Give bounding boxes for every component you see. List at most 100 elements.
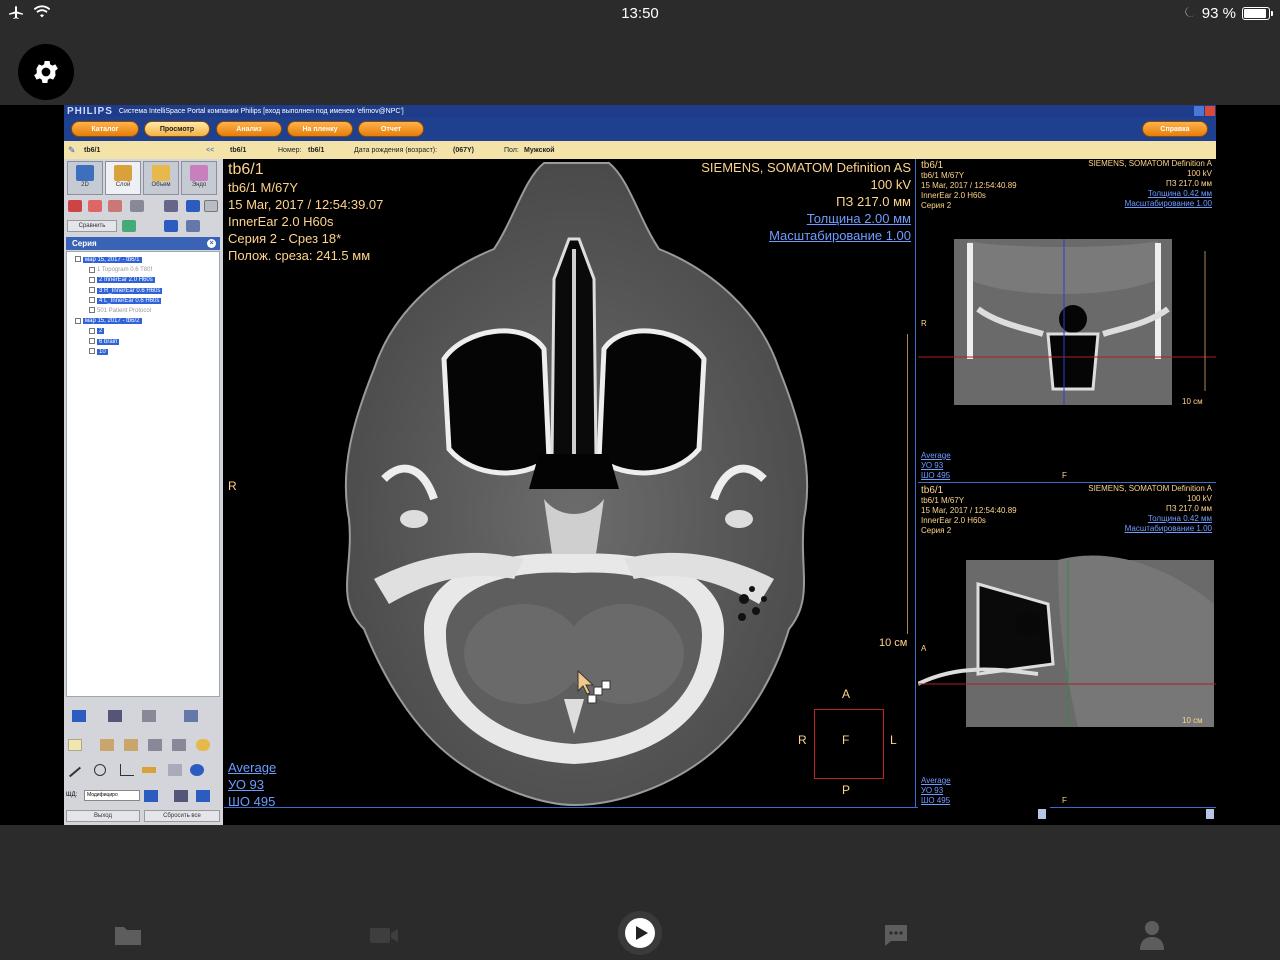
save-icon[interactable] [72, 710, 86, 722]
tab-video[interactable] [364, 915, 404, 955]
pin-icon[interactable]: ✎ [68, 145, 76, 156]
tab-profile[interactable] [1132, 915, 1172, 955]
expand-box-icon[interactable] [89, 287, 95, 294]
series-tree-item[interactable]: мар 15, 2017 - tb6/1 [75, 256, 142, 264]
copy-icon[interactable] [142, 710, 156, 722]
ruler-tool-icon[interactable] [142, 767, 156, 773]
pointer-tool-icon[interactable] [68, 739, 82, 751]
expand-box-icon[interactable] [75, 256, 81, 263]
expand-box-icon[interactable] [75, 317, 81, 324]
line-tool-icon[interactable] [68, 766, 82, 778]
coronal-viewport[interactable]: tb6/1 tb6/1 M/67Y 15 Mar, 2017 / 12:54:4… [918, 159, 1216, 483]
expand-box-icon[interactable] [89, 307, 95, 314]
sagittal-zoom-link[interactable]: Масштабирование 1.00 [1088, 524, 1212, 534]
zoom-hand-icon[interactable] [124, 739, 138, 751]
close-series-icon[interactable]: × [207, 239, 216, 248]
expand-box-icon[interactable] [89, 338, 95, 345]
skull-icon[interactable] [130, 200, 144, 212]
preset-icon[interactable] [144, 790, 158, 802]
eraser-icon[interactable] [196, 739, 210, 751]
link-icon[interactable] [164, 220, 178, 232]
collapse-button[interactable]: << [206, 147, 214, 154]
menu-view[interactable]: Просмотр [144, 121, 210, 137]
pan-hand-icon[interactable] [100, 739, 114, 751]
roi-tool-icon[interactable] [190, 764, 204, 776]
pin-tool-icon[interactable] [122, 220, 136, 232]
brain-icon[interactable] [108, 200, 122, 212]
settings-button[interactable] [18, 44, 74, 100]
sagittal-thickness-link[interactable]: Толщина 0.42 мм [1088, 514, 1212, 524]
book-icon[interactable] [184, 710, 198, 722]
expand-box-icon[interactable] [89, 266, 95, 273]
series-tree-item[interactable]: 501 Patient Protocol [89, 307, 151, 315]
tab-chat[interactable] [876, 915, 916, 955]
axial-scroll-up[interactable] [1038, 809, 1046, 819]
expand-box-icon[interactable] [89, 327, 95, 334]
sagittal-window-level[interactable]: УО 93 [921, 786, 951, 796]
menu-film[interactable]: На пленку [287, 121, 353, 137]
coronal-thickness-link[interactable]: Толщина 0.42 мм [1088, 189, 1212, 199]
series-tree-item[interactable]: мар 15, 2017 - tb6/2 [75, 317, 142, 325]
series-tree-item[interactable]: 3 R_InnerEar 0.6 H60s [89, 287, 163, 295]
coronal-info-topright: SIEMENS, SOMATOM Definition A 100 kV ПЗ … [1088, 159, 1212, 209]
coronal-window-width[interactable]: ШО 495 [921, 471, 951, 481]
sagittal-window-width[interactable]: ШО 495 [921, 796, 951, 806]
series-slice: Серия 2 - Срез 18* [228, 231, 342, 246]
reset-all-button[interactable]: Сбросить все [144, 810, 220, 822]
menu-catalog[interactable]: Каталог [71, 121, 139, 137]
patient-tab[interactable]: tb6/1 [84, 147, 100, 154]
body-icon[interactable] [164, 200, 178, 212]
angle-tool-icon[interactable] [120, 764, 134, 776]
ellipse-tool-icon[interactable] [94, 764, 106, 776]
print-icon[interactable] [174, 790, 188, 802]
series-tree-item[interactable]: 1 Topogram 0.6 T80f [89, 266, 152, 274]
sagittal-render-mode[interactable]: Average [921, 776, 951, 786]
zoom-link[interactable]: Масштабирование 1.00 [701, 227, 911, 244]
series-tree-item[interactable]: 4 L_InnerEar 0.6 H60s [89, 297, 162, 305]
series-tree-item[interactable]: 2 InnerEar 2.0 H60s [89, 276, 155, 284]
kv-value: 100 kV [870, 177, 911, 192]
side-scroll-up[interactable] [1206, 809, 1214, 819]
tab-play[interactable] [617, 910, 663, 956]
mode-endo-button[interactable]: Эндо [181, 161, 217, 195]
shd-select[interactable]: Модифициро [84, 790, 140, 801]
magic-wand-icon[interactable] [172, 739, 186, 751]
help-button[interactable]: Справка [1142, 121, 1208, 137]
coronal-zoom-link[interactable]: Масштабирование 1.00 [1088, 199, 1212, 209]
minimize-button[interactable] [1194, 106, 1204, 116]
coronal-window-level[interactable]: УО 93 [921, 461, 951, 471]
window-level[interactable]: УО 93 [228, 776, 276, 793]
menu-analysis[interactable]: Анализ [216, 121, 282, 137]
tab-files[interactable] [108, 915, 148, 955]
series-tree-item[interactable]: 6 brain [89, 338, 120, 346]
mode-2d-button[interactable]: 2D [67, 161, 103, 195]
compare-button[interactable]: Сравнить [67, 220, 117, 232]
coronal-render-mode[interactable]: Average [921, 451, 951, 461]
thickness-link[interactable]: Толщина 2.00 мм [701, 210, 911, 227]
lungs-icon[interactable] [68, 200, 82, 212]
grid-icon[interactable] [204, 200, 218, 212]
series-tree-item[interactable]: 10 [89, 348, 108, 356]
expand-box-icon[interactable] [89, 348, 95, 355]
expand-box-icon[interactable] [89, 276, 95, 283]
series-tree-item[interactable]: 2 [89, 327, 105, 335]
heart-icon[interactable] [88, 200, 102, 212]
axial-viewport[interactable]: tb6/1 tb6/1 M/67Y 15 Mar, 2017 / 12:54:3… [224, 159, 916, 809]
text-tool-icon[interactable] [168, 764, 182, 776]
layout-grid-icon[interactable] [196, 790, 210, 802]
sagittal-age: tb6/1 M/67Y [921, 496, 965, 505]
series-tree-label: 3 R_InnerEar 0.6 H60s [97, 287, 163, 294]
mode-slice-button[interactable]: Слой [105, 161, 141, 195]
expand-box-icon[interactable] [89, 297, 95, 304]
layout-icon[interactable] [186, 200, 200, 212]
menu-report[interactable]: Отчет [358, 121, 424, 137]
render-mode[interactable]: Average [228, 759, 276, 776]
mode-volume-button[interactable]: Объем [143, 161, 179, 195]
sagittal-viewport[interactable]: tb6/1 tb6/1 M/67Y 15 Mar, 2017 / 12:54:4… [918, 484, 1216, 808]
window-level-icon[interactable] [148, 739, 162, 751]
export-icon[interactable] [186, 220, 200, 232]
camera-icon[interactable] [108, 710, 122, 722]
philips-logo: PHILIPS [67, 105, 113, 117]
exit-button[interactable]: Выход [66, 810, 140, 822]
close-button[interactable] [1205, 106, 1215, 116]
